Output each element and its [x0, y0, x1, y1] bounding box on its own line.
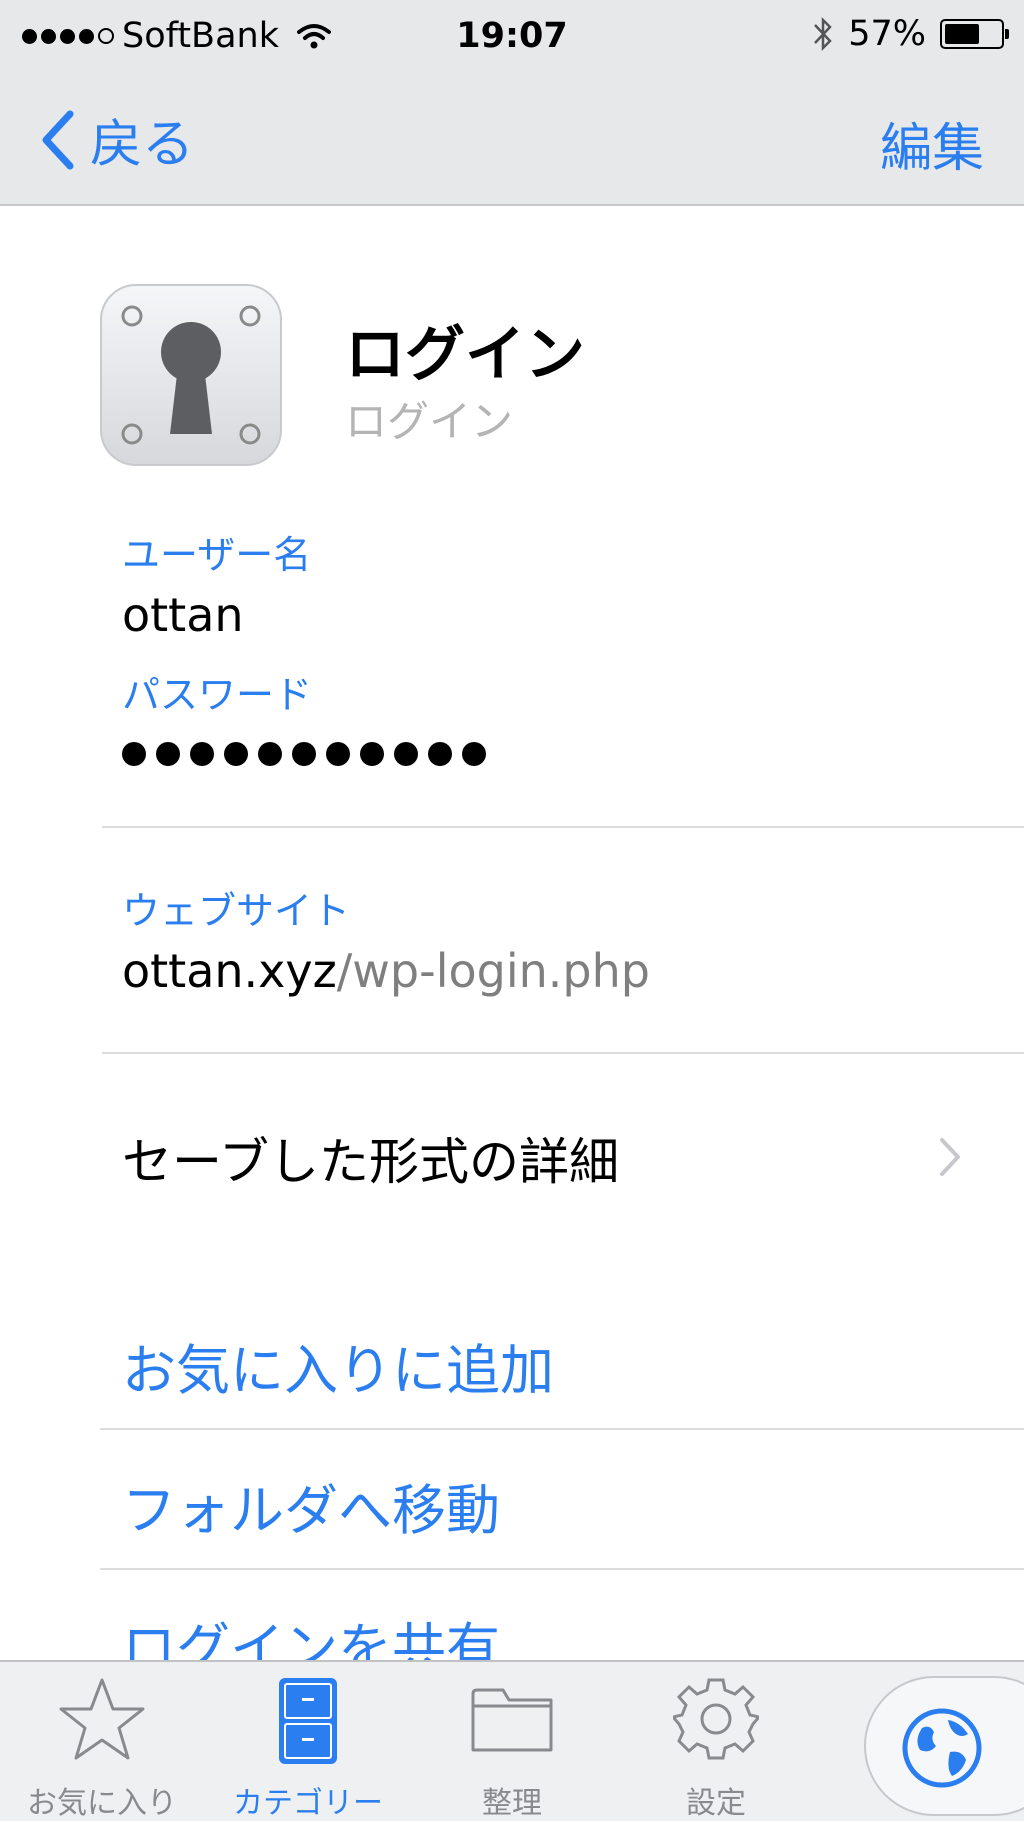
battery-icon — [940, 19, 1009, 49]
tab-bar: お気に入り カテゴリー 整理 設定 — [0, 1660, 1024, 1821]
tab-label: 整理 — [482, 1786, 542, 1821]
tab-label: 設定 — [686, 1786, 746, 1821]
divider — [102, 1052, 1024, 1054]
username-value[interactable]: ottan — [122, 588, 244, 642]
password-value[interactable] — [122, 742, 486, 766]
globe-icon — [902, 1708, 982, 1788]
chevron-right-icon — [940, 1138, 960, 1176]
cabinet-icon — [279, 1678, 337, 1764]
website-domain: ottan.xyz — [122, 944, 337, 998]
tab-settings[interactable]: 設定 — [616, 1662, 816, 1821]
tab-favorites[interactable]: お気に入り — [2, 1662, 202, 1821]
tab-label: カテゴリー — [233, 1786, 383, 1821]
password-label: パスワード — [122, 673, 313, 717]
keyhole-icon — [100, 284, 282, 466]
tab-categories[interactable]: カテゴリー — [208, 1662, 408, 1821]
website-path: /wp-login.php — [336, 944, 650, 998]
navigation-bar: 戻る 編集 — [0, 72, 1024, 206]
back-label: 戻る — [90, 115, 195, 175]
status-right: 57% — [812, 14, 1009, 54]
username-label: ユーザー名 — [122, 533, 312, 577]
tab-label: お気に入り — [27, 1786, 177, 1821]
item-subtitle: ログイン — [345, 397, 514, 446]
battery-percentage: 57% — [848, 14, 926, 54]
website-value[interactable]: ottan.xyz/wp-login.php — [122, 944, 650, 998]
gear-icon — [673, 1678, 759, 1760]
folder-icon — [471, 1688, 553, 1752]
star-icon — [59, 1678, 145, 1760]
website-label: ウェブサイト — [122, 889, 351, 933]
chevron-left-icon — [42, 110, 74, 169]
move-to-folder-button[interactable]: フォルダへ移動 — [122, 1466, 500, 1545]
add-to-favorites-button[interactable]: お気に入りに追加 — [122, 1326, 554, 1405]
item-title: ログイン — [345, 320, 585, 390]
tab-organize[interactable]: 整理 — [412, 1662, 612, 1821]
saved-form-details-row[interactable]: セーブした形式の詳細 — [0, 1100, 1024, 1210]
status-bar: SoftBank 19:07 57% — [0, 0, 1024, 72]
back-button[interactable]: 戻る — [40, 102, 194, 177]
browser-button[interactable] — [864, 1676, 1024, 1816]
divider — [102, 826, 1024, 828]
edit-button[interactable]: 編集 — [880, 106, 984, 181]
divider — [100, 1428, 1024, 1430]
divider — [100, 1568, 1024, 1570]
saved-form-details-label: セーブした形式の詳細 — [122, 1133, 619, 1191]
bluetooth-icon — [814, 16, 832, 52]
